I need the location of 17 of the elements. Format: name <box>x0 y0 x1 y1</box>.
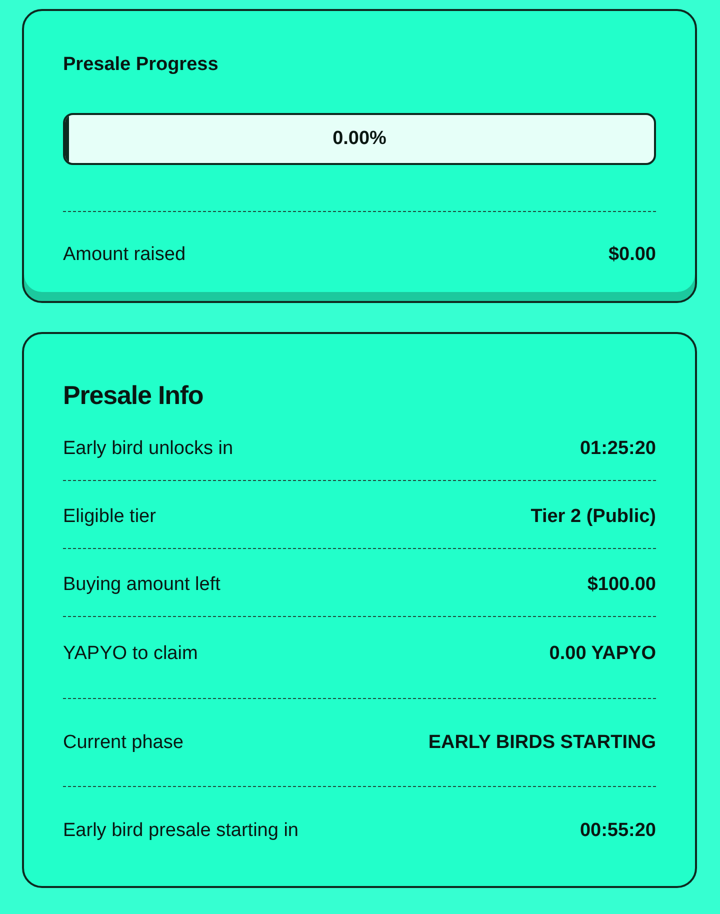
row-label: Amount raised <box>63 243 186 267</box>
row-value: EARLY BIRDS STARTING <box>428 731 656 755</box>
card-title: Presale Info <box>63 380 204 410</box>
row-value: 01:25:20 <box>580 437 656 461</box>
card-title: Presale Progress <box>63 54 220 76</box>
row-label: Early bird presale starting in <box>63 819 298 843</box>
row-label: YAPYO to claim <box>63 642 198 666</box>
row-label: Buying amount left <box>63 573 220 597</box>
progress-percent: 0.00% <box>332 128 386 150</box>
row-value: 0.00 YAPYO <box>549 642 656 666</box>
row-label: Current phase <box>63 731 184 755</box>
row-value: 00:55:20 <box>580 819 656 843</box>
row-label: Eligible tier <box>63 505 156 529</box>
row-value: Tier 2 (Public) <box>530 505 656 529</box>
row-label: Early bird unlocks in <box>63 437 234 461</box>
row-value: $0.00 <box>608 243 656 267</box>
row-value: $100.00 <box>587 573 656 597</box>
